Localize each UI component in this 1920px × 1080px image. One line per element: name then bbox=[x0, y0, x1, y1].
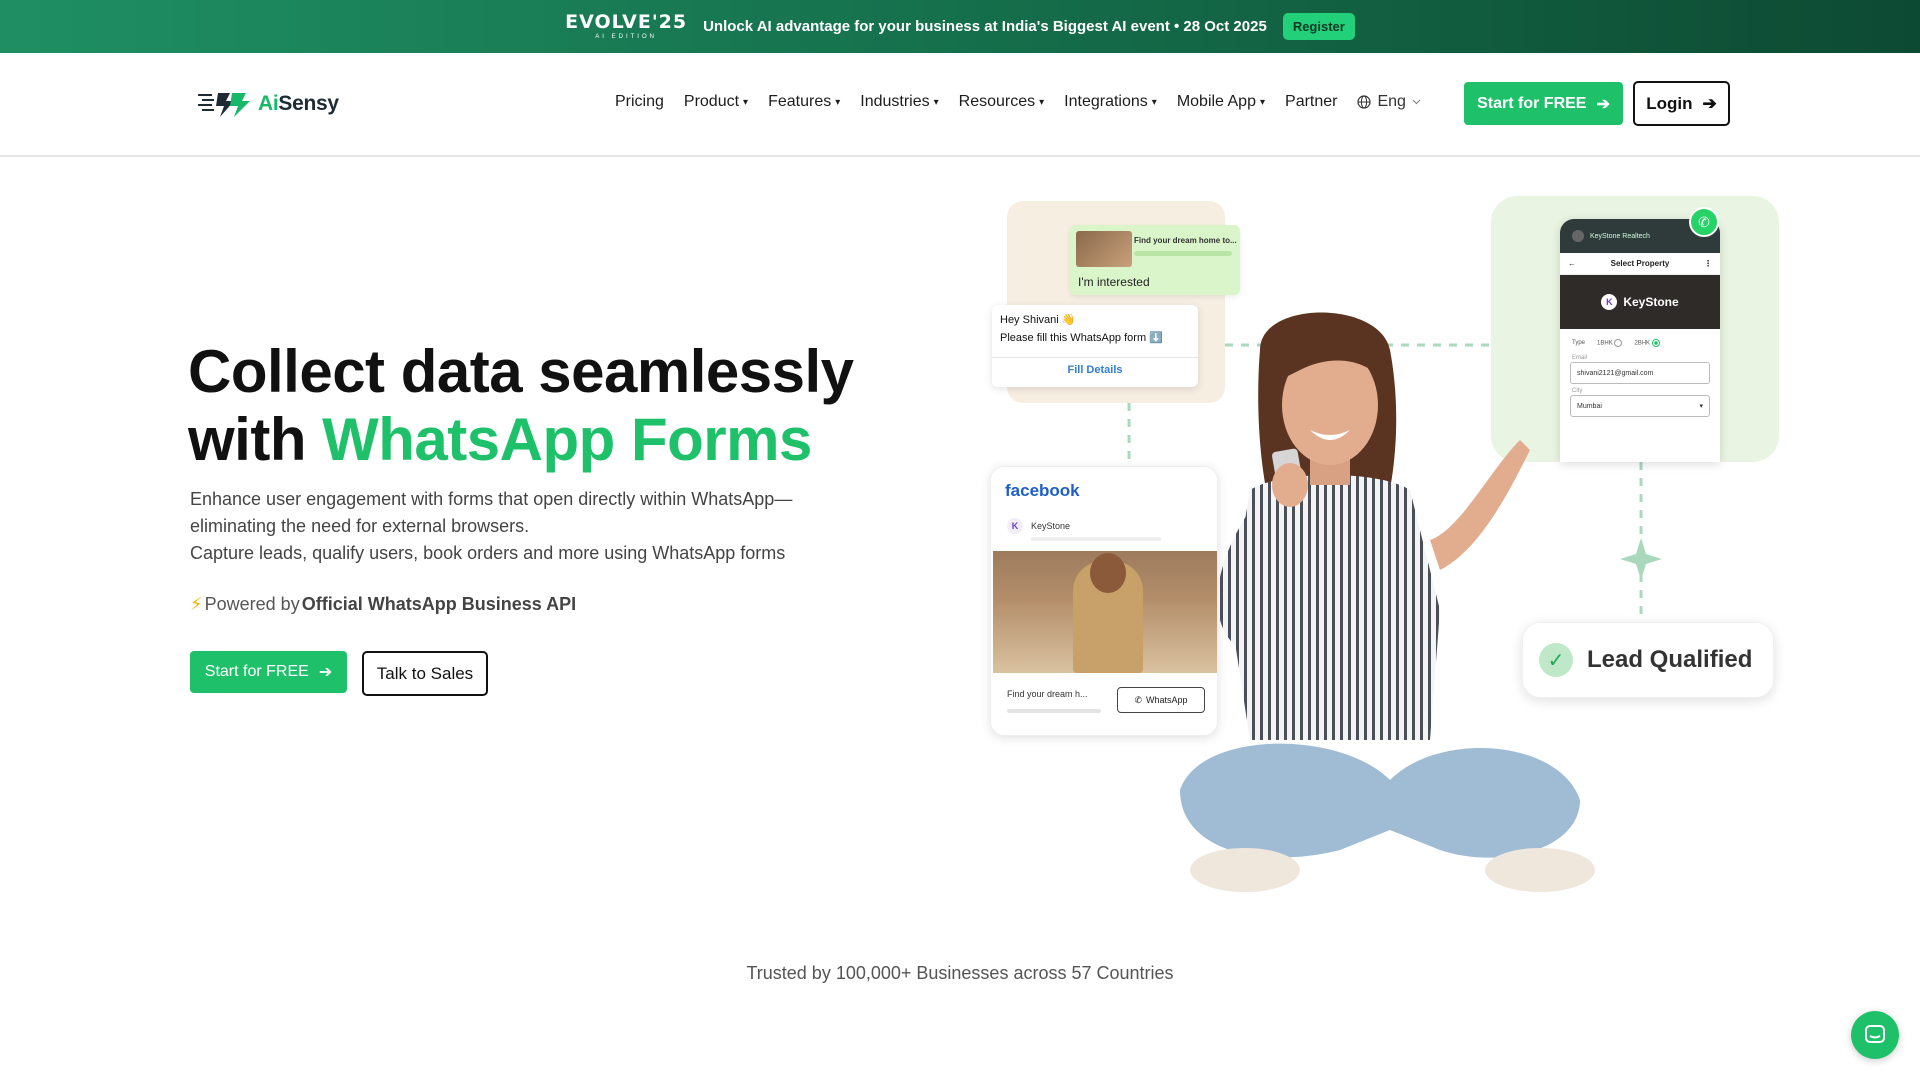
connector-lines bbox=[1127, 343, 1662, 622]
chat-icon bbox=[1865, 1025, 1885, 1043]
woman-holding-phone-image bbox=[1180, 312, 1595, 892]
chevron-down-icon: ▾ bbox=[1699, 403, 1703, 410]
form-type-option-1: 1BHK bbox=[1597, 339, 1623, 347]
more-options-icon: ⋮ bbox=[1703, 259, 1712, 268]
whatsapp-icon: ✆ bbox=[1689, 207, 1719, 237]
fb-brand-name: KeyStone bbox=[1031, 521, 1071, 531]
property-thumbnail bbox=[1076, 231, 1132, 267]
message-fill-form: Please fill this WhatsApp form ⬇️ bbox=[1000, 332, 1163, 344]
contact-avatar bbox=[1572, 230, 1584, 242]
check-icon: ✓ bbox=[1539, 643, 1573, 677]
facebook-logo: facebook bbox=[1005, 481, 1080, 500]
phone-contact-name: KeyStone Realtech bbox=[1590, 232, 1650, 240]
message-preview-text: Find your dream home to... bbox=[1134, 236, 1237, 245]
form-brand-name: KeyStone bbox=[1623, 295, 1679, 309]
message-interested-text: I'm interested bbox=[1078, 275, 1150, 289]
radio-selected-icon bbox=[1651, 339, 1660, 347]
fb-caption-bar bbox=[1007, 709, 1101, 713]
form-header: ← Select Property ⋮ bbox=[1560, 253, 1720, 275]
message-preview-bar bbox=[1134, 251, 1232, 256]
chat-widget-button[interactable] bbox=[1851, 1011, 1899, 1059]
trusted-by-text: Trusted by 100,000+ Businesses across 57… bbox=[746, 963, 1174, 983]
keystone-logo-icon: K bbox=[1007, 518, 1023, 534]
message-greeting: Hey Shivani 👋 bbox=[1000, 314, 1076, 326]
keystone-logo-icon: K bbox=[1601, 294, 1618, 310]
fb-ad-brand: K KeyStone bbox=[1007, 518, 1070, 534]
chat-message-interested: Find your dream home to... I'm intereste… bbox=[1070, 225, 1240, 295]
photo-person-head bbox=[1090, 553, 1126, 593]
form-type-option-2: 2BHK bbox=[1634, 339, 1660, 347]
lead-qualified-card: ✓ Lead Qualified bbox=[1522, 622, 1774, 698]
back-arrow-icon: ← bbox=[1568, 259, 1576, 268]
fb-ad-caption: Find your dream h... bbox=[1007, 689, 1088, 699]
form-header-title: Select Property bbox=[1610, 259, 1670, 268]
lead-qualified-label: Lead Qualified bbox=[1587, 646, 1753, 673]
radio-icon bbox=[1614, 339, 1623, 347]
